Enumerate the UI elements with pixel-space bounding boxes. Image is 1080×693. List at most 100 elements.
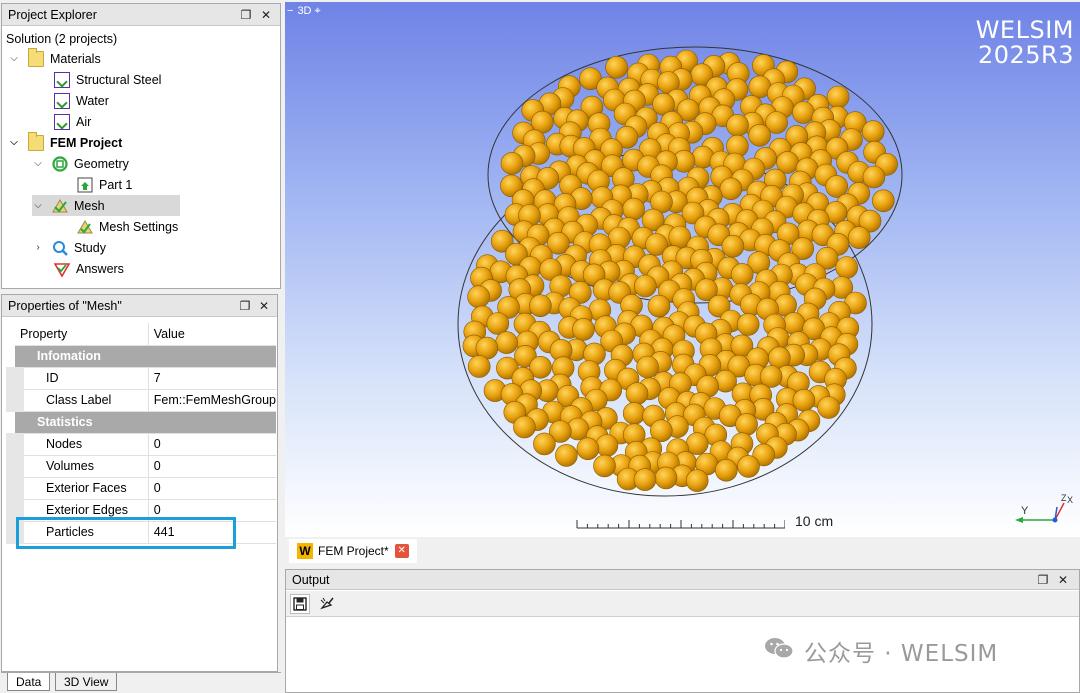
particle xyxy=(529,294,552,318)
watermark-text: 公众号 · WELSIM xyxy=(804,641,999,667)
save-icon[interactable] xyxy=(290,594,310,614)
table-row[interactable]: Nodes 0 xyxy=(5,433,276,456)
group-label: Infomation xyxy=(15,345,276,368)
close-icon[interactable]: ✕ xyxy=(1055,572,1071,588)
tree-item-part-1[interactable]: Part 1 xyxy=(77,174,132,195)
clear-icon[interactable] xyxy=(316,594,338,614)
output-panel: Output ❐ ✕ 公众号 · WELSIM xyxy=(285,569,1080,693)
particle xyxy=(685,469,709,492)
axis-x-label: X xyxy=(1067,495,1073,505)
row-value: 7 xyxy=(148,367,276,390)
close-icon[interactable]: ✕ xyxy=(256,298,272,314)
tree-item-label: Structural Steel xyxy=(76,72,162,87)
material-icon xyxy=(54,92,70,109)
tree-item-materials[interactable]: ⌵ Materials xyxy=(8,47,101,69)
chevron-down-icon[interactable]: ⌵ xyxy=(32,158,44,169)
particle xyxy=(636,355,659,379)
axis-y-label: Y xyxy=(1021,505,1029,517)
tree-item-label: Study xyxy=(74,240,106,255)
float-icon[interactable]: ❐ xyxy=(237,298,253,314)
tab-data[interactable]: Data xyxy=(7,673,51,691)
chevron-down-icon[interactable]: ⌵ xyxy=(8,53,20,64)
particle xyxy=(633,274,657,298)
particle-scene[interactable] xyxy=(285,2,1080,537)
tree-item-label: Air xyxy=(76,114,92,129)
chevron-down-icon[interactable]: ⌵ xyxy=(32,200,44,211)
particle xyxy=(726,114,749,137)
row-value: Fem::FemMeshGroup xyxy=(148,389,276,412)
scale-bar-ruler xyxy=(576,520,786,529)
tree-item-mesh[interactable]: ⌵ Mesh xyxy=(32,195,180,216)
material-icon xyxy=(54,71,70,88)
output-toolbar xyxy=(286,591,1079,617)
tree-item-study[interactable]: › Study xyxy=(32,237,106,258)
chevron-down-icon[interactable]: ⌵ xyxy=(8,137,20,148)
tree-item-geometry[interactable]: ⌵ Geometry xyxy=(32,153,129,174)
tree-item-air[interactable]: Air xyxy=(54,111,91,132)
group-row-info[interactable]: Infomation xyxy=(15,345,276,368)
welsim-logo-icon: W xyxy=(297,543,313,559)
particle xyxy=(835,256,859,279)
particle xyxy=(654,466,678,490)
close-tab-icon[interactable]: ✕ xyxy=(394,544,409,558)
particle xyxy=(595,434,619,457)
particle xyxy=(792,101,815,124)
row-value: 0 xyxy=(148,455,276,478)
tree-item-label: Materials xyxy=(50,51,101,66)
tree-item-label: Answers xyxy=(76,261,124,276)
tree-item-label: Water xyxy=(76,93,109,108)
tab-3d-view[interactable]: 3D View xyxy=(55,673,118,691)
tree-item-mesh-settings[interactable]: Mesh Settings xyxy=(77,216,178,237)
particle xyxy=(826,85,850,109)
particle xyxy=(748,124,771,147)
particle xyxy=(576,437,600,461)
study-icon xyxy=(52,240,68,256)
particles-highlight-box xyxy=(16,517,236,549)
particle xyxy=(714,458,738,482)
row-value: 0 xyxy=(148,477,276,500)
tree-item-water[interactable]: Water xyxy=(54,90,109,111)
table-row[interactable]: Exterior Faces 0 xyxy=(5,477,276,500)
tree-item-answers[interactable]: Answers xyxy=(53,258,124,279)
group-row-statistics[interactable]: Statistics xyxy=(15,411,276,434)
axis-triad: Y Z X xyxy=(1015,493,1073,523)
tree-item-fem-project[interactable]: ⌵ FEM Project xyxy=(8,131,123,153)
close-icon[interactable]: ✕ xyxy=(258,7,274,23)
float-icon[interactable]: ❐ xyxy=(1035,572,1051,588)
output-titlebar: Output ❐ ✕ xyxy=(286,570,1079,590)
project-explorer-title: Project Explorer xyxy=(8,7,97,22)
tree-root[interactable]: Solution (2 projects) xyxy=(6,28,117,49)
particle xyxy=(572,318,595,341)
particle xyxy=(737,455,760,478)
bottom-tab-bar: Data 3D View xyxy=(1,672,281,693)
chevron-right-icon[interactable]: › xyxy=(32,242,44,253)
table-row[interactable]: Class Label Fem::FemMeshGroup xyxy=(5,389,276,412)
scale-bar xyxy=(575,514,786,532)
particle xyxy=(847,226,871,249)
row-label: Nodes xyxy=(5,433,149,456)
particle xyxy=(486,312,510,335)
particle xyxy=(736,313,760,336)
particle xyxy=(817,396,840,419)
viewer-3d[interactable]: − 3D ⌖ WELSIM 2025R3 10 cm Y Z X xyxy=(285,2,1080,537)
particle xyxy=(685,432,709,455)
particle xyxy=(605,56,628,79)
mesh-settings-icon xyxy=(77,219,93,235)
table-row[interactable]: Volumes 0 xyxy=(5,455,276,478)
particle xyxy=(735,413,758,436)
table-header: Property Value xyxy=(15,323,276,346)
document-tab[interactable]: W FEM Project* ✕ xyxy=(289,539,417,563)
particle xyxy=(625,382,649,405)
answers-icon xyxy=(53,261,71,278)
project-explorer-panel: Project Explorer ❐ ✕ Solution (2 project… xyxy=(1,3,281,289)
table-row[interactable]: ID 7 xyxy=(5,367,276,390)
particle xyxy=(513,415,536,439)
row-label: Exterior Faces xyxy=(5,477,149,500)
particle xyxy=(467,355,491,378)
tab-3d-view-label: 3D View xyxy=(64,674,109,689)
tree-item-label: FEM Project xyxy=(50,135,123,150)
group-label: Statistics xyxy=(15,411,276,434)
particle xyxy=(622,402,646,425)
tree-item-structural-steel[interactable]: Structural Steel xyxy=(54,69,161,90)
float-icon[interactable]: ❐ xyxy=(238,7,254,23)
